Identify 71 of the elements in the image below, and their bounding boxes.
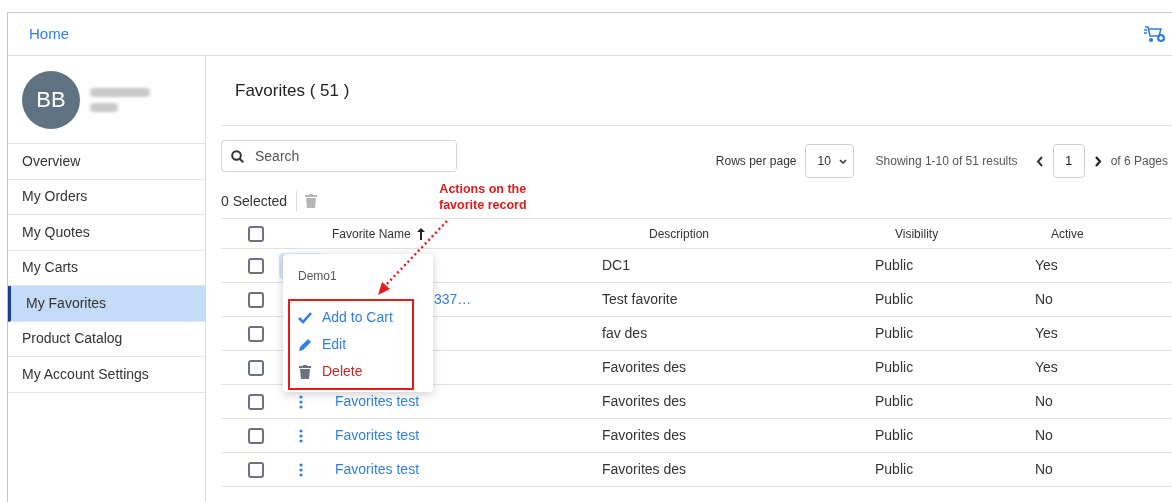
visibility-cell: Public (875, 461, 914, 477)
search-field[interactable]: Search (221, 140, 457, 172)
description-cell: Favorites des (602, 427, 687, 443)
page-input[interactable]: 1 (1052, 144, 1085, 178)
sidebar-item[interactable]: My Account Settings (8, 357, 205, 393)
favorite-name-link[interactable]: Favorites test (335, 461, 420, 477)
chevron-down-icon (838, 158, 847, 164)
favorite-name-link[interactable]: 337… (434, 291, 472, 307)
home-link[interactable]: Home (29, 22, 69, 46)
active-cell: Yes (1035, 325, 1058, 341)
column-header[interactable]: Favorite Name (332, 224, 411, 243)
page-title: Favorites ( 51 ) (235, 79, 350, 102)
visibility-cell: Public (875, 257, 914, 273)
kebab-icon (299, 462, 303, 477)
menu-item[interactable]: Delete (290, 358, 412, 385)
checkbox[interactable] (248, 461, 264, 478)
visibility-cell: Public (875, 359, 914, 375)
sidebar-item[interactable]: My Favorites (8, 286, 205, 322)
sidebar-item[interactable]: Overview (8, 144, 205, 180)
rows-per-page-label: Rows per page (715, 153, 797, 170)
checkbox[interactable] (248, 225, 264, 242)
selected-count: 0 Selected (221, 190, 298, 212)
menu-item[interactable]: Edit (290, 331, 412, 358)
page-count: of 6 Pages (1110, 153, 1168, 170)
active-cell: Yes (1035, 257, 1058, 273)
kebab-icon (299, 394, 303, 409)
results-summary: Showing 1-10 of 51 results (875, 153, 1018, 170)
column-header[interactable]: Active (1051, 224, 1084, 243)
description-cell: fav des (602, 325, 648, 341)
active-cell: Yes (1035, 359, 1058, 375)
menu-title: Demo1 (297, 268, 338, 285)
active-cell: No (1035, 393, 1053, 409)
menu-item[interactable]: Add to Cart (290, 304, 412, 331)
active-cell: No (1035, 427, 1053, 443)
search-icon (231, 150, 244, 163)
column-header[interactable]: Description (649, 224, 710, 243)
visibility-cell: Public (875, 325, 914, 341)
chevron-left-icon[interactable] (1035, 155, 1043, 167)
user-avatar: BB (22, 70, 80, 129)
sidebar-item[interactable]: My Quotes (8, 215, 205, 251)
check-icon (298, 311, 312, 324)
sidebar-item[interactable]: My Orders (8, 179, 205, 215)
description-cell: Favorites des (602, 461, 687, 477)
blurred-name (90, 87, 150, 112)
checkbox[interactable] (248, 257, 264, 274)
sidebar-item[interactable]: Product Catalog (8, 321, 205, 357)
annotation-text: Actions on the favorite record (439, 181, 527, 213)
favorite-name-link[interactable]: Favorites test (335, 393, 420, 409)
description-cell: Favorites des (602, 393, 687, 409)
active-cell: No (1035, 291, 1053, 307)
checkbox[interactable] (248, 427, 264, 444)
checkbox[interactable] (248, 359, 264, 376)
pencil-icon (298, 337, 312, 352)
description-cell: Favorites des (602, 359, 687, 375)
cart-add-icon[interactable] (1144, 25, 1166, 43)
column-header[interactable]: Visibility (895, 224, 939, 243)
visibility-cell: Public (875, 427, 914, 443)
kebab-icon (299, 428, 303, 443)
rows-per-page-select[interactable]: 10 (804, 144, 854, 178)
favorite-name-link[interactable]: Favorites test (335, 427, 420, 443)
chevron-right-icon[interactable] (1094, 155, 1102, 167)
active-cell: No (1035, 461, 1053, 477)
checkbox[interactable] (248, 325, 264, 342)
checkbox[interactable] (248, 291, 264, 308)
checkbox[interactable] (248, 393, 264, 410)
description-cell: Test favorite (602, 291, 678, 307)
trash-icon (299, 364, 311, 379)
visibility-cell: Public (875, 393, 914, 409)
sort-arrow-icon[interactable] (416, 227, 425, 240)
visibility-cell: Public (875, 291, 914, 307)
description-cell: DC1 (602, 257, 630, 273)
